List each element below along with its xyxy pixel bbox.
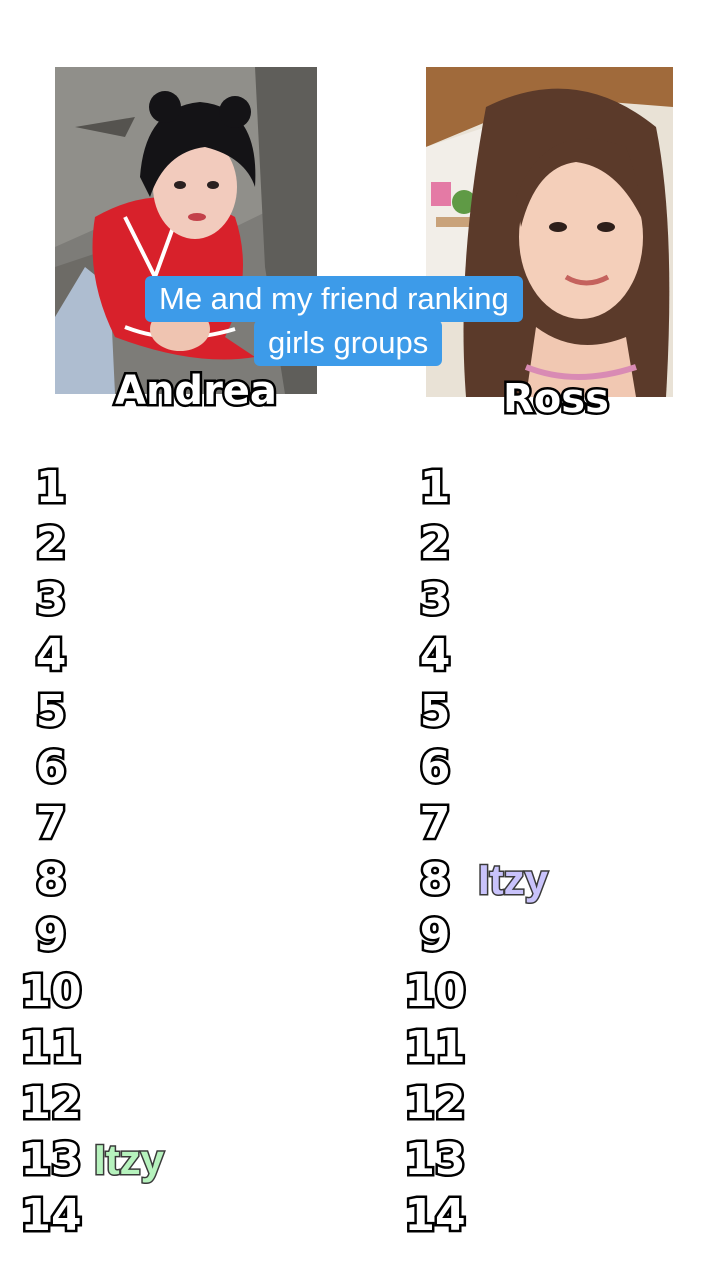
andrea-rank-row: 11: [18, 1020, 164, 1076]
ross-rank-number: 4: [417, 628, 453, 684]
andrea-ranking-list: 1 2 3 4 5 6 7 8 9 10 11 12 13 Itzy 14: [18, 460, 166, 1244]
ross-rank-row: 3: [402, 572, 548, 628]
ross-rank-row: 11: [402, 1020, 548, 1076]
ross-ranking-list: 1 2 3 4 5 6 7 8 Itzy 9 10 11 12 13 14: [402, 460, 550, 1244]
andrea-rank-row: 14: [18, 1188, 164, 1244]
andrea-rank-entry: Itzy: [92, 1135, 165, 1185]
ross-name: Ross: [501, 374, 612, 425]
ross-rank-entry: Itzy: [476, 855, 549, 905]
andrea-rank-number: 14: [18, 1188, 84, 1244]
andrea-rank-row: 3: [18, 572, 164, 628]
ross-rank-row: 14: [402, 1188, 548, 1244]
andrea-rank-number: 11: [18, 1020, 84, 1076]
andrea-rank-number: 5: [33, 684, 69, 740]
andrea-rank-row: 1: [18, 460, 164, 516]
andrea-rank-row: 4: [18, 628, 164, 684]
andrea-rank-row: 5: [18, 684, 164, 740]
andrea-rank-row: 12: [18, 1076, 164, 1132]
andrea-rank-number: 10: [18, 964, 84, 1020]
andrea-rank-number: 3: [33, 572, 69, 628]
caption-line-2: girls groups: [254, 320, 443, 366]
andrea-name: Andrea: [113, 366, 280, 417]
andrea-rank-row: 8: [18, 852, 164, 908]
ross-rank-row: 9: [402, 908, 548, 964]
ross-rank-number: 14: [402, 1188, 468, 1244]
andrea-rank-row: 7: [18, 796, 164, 852]
ross-photo: [426, 67, 673, 397]
ross-rank-row: 5: [402, 684, 548, 740]
ross-rank-number: 11: [402, 1020, 468, 1076]
andrea-rank-number: 8: [33, 852, 69, 908]
andrea-rank-number: 9: [33, 908, 69, 964]
andrea-rank-number: 12: [18, 1076, 84, 1132]
andrea-rank-row: 2: [18, 516, 164, 572]
ross-rank-number: 10: [402, 964, 468, 1020]
ross-rank-number: 6: [417, 740, 453, 796]
ross-rank-row: 12: [402, 1076, 548, 1132]
ross-rank-row: 6: [402, 740, 548, 796]
ross-rank-row: 8 Itzy: [402, 852, 549, 908]
andrea-rank-number: 1: [33, 460, 69, 516]
ross-rank-row: 4: [402, 628, 548, 684]
ross-rank-row: 1: [402, 460, 548, 516]
andrea-rank-row: 6: [18, 740, 164, 796]
caption-line-1: Me and my friend ranking: [145, 276, 523, 322]
ross-rank-number: 2: [417, 516, 453, 572]
ross-rank-row: 7: [402, 796, 548, 852]
andrea-rank-row: 9: [18, 908, 164, 964]
ross-rank-row: 2: [402, 516, 548, 572]
ross-rank-number: 3: [417, 572, 453, 628]
ross-rank-number: 13: [402, 1132, 468, 1188]
ross-rank-number: 9: [417, 908, 453, 964]
ross-rank-number: 5: [417, 684, 453, 740]
ross-rank-number: 12: [402, 1076, 468, 1132]
andrea-rank-number: 7: [33, 796, 69, 852]
ross-rank-row: 10: [402, 964, 548, 1020]
ross-rank-number: 8: [417, 852, 453, 908]
andrea-rank-number: 4: [33, 628, 69, 684]
ross-rank-number: 1: [417, 460, 453, 516]
ross-rank-number: 7: [417, 796, 453, 852]
andrea-rank-row: 13 Itzy: [18, 1132, 166, 1188]
andrea-rank-number: 6: [33, 740, 69, 796]
andrea-rank-number: 13: [18, 1132, 84, 1188]
andrea-rank-number: 2: [33, 516, 69, 572]
andrea-rank-row: 10: [18, 964, 164, 1020]
ross-rank-row: 13: [402, 1132, 548, 1188]
